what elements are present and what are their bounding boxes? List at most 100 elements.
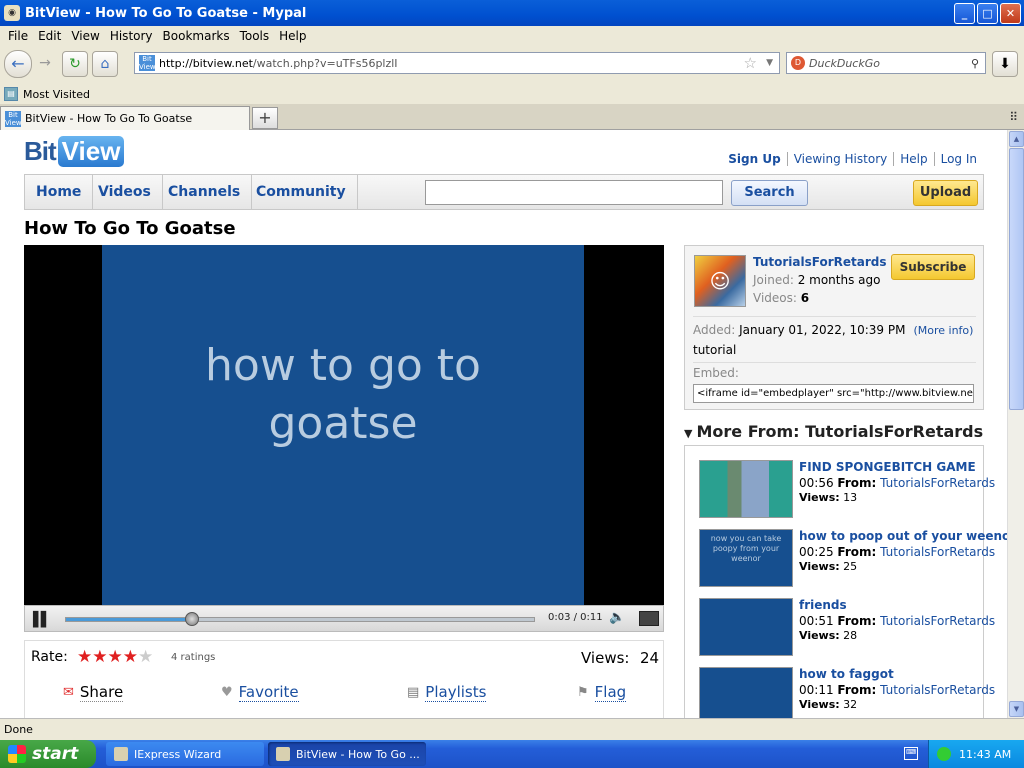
back-button[interactable]: ← <box>4 50 32 78</box>
rate-label: Rate: <box>31 649 68 665</box>
rating-star[interactable]: ★ <box>92 647 107 667</box>
menu-bookmarks[interactable]: Bookmarks <box>158 29 235 43</box>
related-meta: 00:51 From: TutorialsForRetards <box>799 614 996 628</box>
related-views: Views: 32 <box>799 698 858 711</box>
related-meta: 00:11 From: TutorialsForRetards <box>799 683 996 697</box>
minimize-button[interactable]: _ <box>954 3 975 24</box>
maximize-button[interactable]: □ <box>977 3 998 24</box>
url-domain: http://bitview.net <box>159 56 253 70</box>
bookmark-star-icon[interactable]: ☆ <box>744 54 757 72</box>
rating-stars[interactable]: ★★★★★ <box>77 647 153 667</box>
site-nav: Home Videos Channels Community Search Up… <box>24 174 984 210</box>
related-title[interactable]: FIND SPONGEBITCH GAME <box>799 460 976 474</box>
tab-favicon: Bit View <box>5 110 22 127</box>
nav-community[interactable]: Community <box>245 175 358 209</box>
reload-button[interactable]: ↻ <box>62 51 88 77</box>
playlists-button[interactable]: ▤ Playlists <box>407 683 487 702</box>
volume-icon[interactable]: 🔈 <box>609 610 625 625</box>
video-thumbnail[interactable] <box>699 460 793 518</box>
task-iexpress[interactable]: IExpress Wizard <box>106 742 264 766</box>
scroll-thumb[interactable] <box>1009 148 1024 410</box>
list-item[interactable]: how to faggot 00:11 From: TutorialsForRe… <box>699 667 995 718</box>
site-search-input[interactable] <box>425 180 723 205</box>
video-frame[interactable]: how to go to goatse <box>102 245 584 605</box>
uploader-name[interactable]: TutorialsForRetards <box>753 255 887 269</box>
list-item[interactable]: now you can take poopy from your weenor … <box>699 529 1007 589</box>
page-scrollbar[interactable]: ▲ ▼ <box>1007 130 1024 718</box>
video-player[interactable]: how to go to goatse <box>24 245 664 605</box>
logo-bit: Bit <box>24 136 57 166</box>
tab-list-icon[interactable]: ⠿ <box>1009 110 1018 124</box>
start-button[interactable]: start <box>0 740 96 768</box>
menu-edit[interactable]: Edit <box>33 29 66 43</box>
download-button[interactable]: ⬇ <box>992 51 1018 77</box>
related-title[interactable]: how to faggot <box>799 667 894 681</box>
search-icon[interactable]: ⚲ <box>971 57 979 70</box>
duckduckgo-icon[interactable]: D <box>791 56 805 70</box>
list-item[interactable]: FIND SPONGEBITCH GAME 00:56 From: Tutori… <box>699 460 995 520</box>
login-link[interactable]: Log In <box>933 152 983 166</box>
player-controls: ▌▌ 0:03 / 0:11 🔈 <box>24 605 664 632</box>
window-titlebar[interactable]: ◉ BitView - How To Go To Goatse - Mypal … <box>0 0 1024 26</box>
menu-help[interactable]: Help <box>274 29 311 43</box>
menu-tools[interactable]: Tools <box>235 29 275 43</box>
logo-view: View <box>57 136 125 167</box>
upload-button[interactable]: Upload <box>913 180 978 206</box>
close-button[interactable]: ✕ <box>1000 3 1021 24</box>
pause-button[interactable]: ▌▌ <box>33 612 51 628</box>
rating-star[interactable]: ★ <box>138 647 153 667</box>
nav-channels[interactable]: Channels <box>157 175 253 209</box>
video-thumbnail[interactable] <box>699 667 793 718</box>
network-icon[interactable] <box>937 747 951 761</box>
forward-button[interactable]: → <box>32 51 58 77</box>
share-button[interactable]: ✉ Share <box>63 683 124 702</box>
subscribe-button[interactable]: Subscribe <box>891 254 975 280</box>
uploader-avatar[interactable]: ☺ <box>694 255 746 307</box>
signup-link[interactable]: Sign Up <box>722 152 786 166</box>
flag-button[interactable]: ⚑ Flag <box>577 683 627 702</box>
playlists-label: Playlists <box>425 683 487 702</box>
scroll-up-icon[interactable]: ▲ <box>1009 131 1024 147</box>
clock[interactable]: 11:43 AM <box>959 748 1011 761</box>
nav-home[interactable]: Home <box>25 175 94 209</box>
fullscreen-icon[interactable] <box>639 611 659 626</box>
embed-code-field[interactable]: <iframe id="embedplayer" src="http://www… <box>693 384 974 403</box>
seek-handle[interactable] <box>185 612 200 626</box>
task-bitview[interactable]: BitView - How To Go ... <box>268 742 426 766</box>
video-description: tutorial <box>693 343 737 357</box>
favorite-button[interactable]: ♥ Favorite <box>221 683 299 702</box>
more-info-link[interactable]: (More info) <box>913 324 973 337</box>
most-visited-link[interactable]: Most Visited <box>23 88 90 101</box>
seek-bar[interactable] <box>65 612 535 626</box>
home-button[interactable]: ⌂ <box>92 51 118 77</box>
bitview-logo[interactable]: Bit View <box>24 136 125 167</box>
collapse-triangle-icon[interactable]: ▼ <box>684 427 692 440</box>
menu-view[interactable]: View <box>66 29 104 43</box>
related-title[interactable]: how to poop out of your weenor <box>799 529 1007 543</box>
keyboard-icon[interactable]: ⌨ <box>904 747 918 760</box>
video-thumbnail[interactable] <box>699 598 793 656</box>
uploader-videos: Videos: 6 <box>753 291 810 305</box>
url-dropdown-icon[interactable]: ▼ <box>766 58 773 68</box>
tab-bitview[interactable]: Bit View BitView - How To Go To Goatse <box>0 106 250 130</box>
rating-star[interactable]: ★ <box>77 647 92 667</box>
status-bar: Done <box>0 718 1024 740</box>
menu-file[interactable]: File <box>3 29 33 43</box>
more-from-heading[interactable]: ▼ More From: TutorialsForRetards <box>684 422 983 441</box>
site-search-button[interactable]: Search <box>731 180 808 206</box>
browser-search-box[interactable]: D DuckDuckGo ⚲ <box>786 52 986 74</box>
help-link[interactable]: Help <box>893 152 933 166</box>
rating-star[interactable]: ★ <box>123 647 138 667</box>
iexpress-icon <box>114 747 128 761</box>
list-item[interactable]: friends 00:51 From: TutorialsForRetards … <box>699 598 995 658</box>
url-bar[interactable]: Bit View http://bitview.net/watch.php?v=u… <box>134 52 780 74</box>
new-tab-button[interactable]: + <box>252 107 278 129</box>
menu-history[interactable]: History <box>105 29 158 43</box>
nav-videos[interactable]: Videos <box>87 175 163 209</box>
related-title[interactable]: friends <box>799 598 847 612</box>
rating-star[interactable]: ★ <box>108 647 123 667</box>
viewing-history-link[interactable]: Viewing History <box>786 152 894 166</box>
scroll-down-icon[interactable]: ▼ <box>1009 701 1024 717</box>
video-thumbnail[interactable]: now you can take poopy from your weenor <box>699 529 793 587</box>
video-title: How To Go To Goatse <box>24 218 236 239</box>
